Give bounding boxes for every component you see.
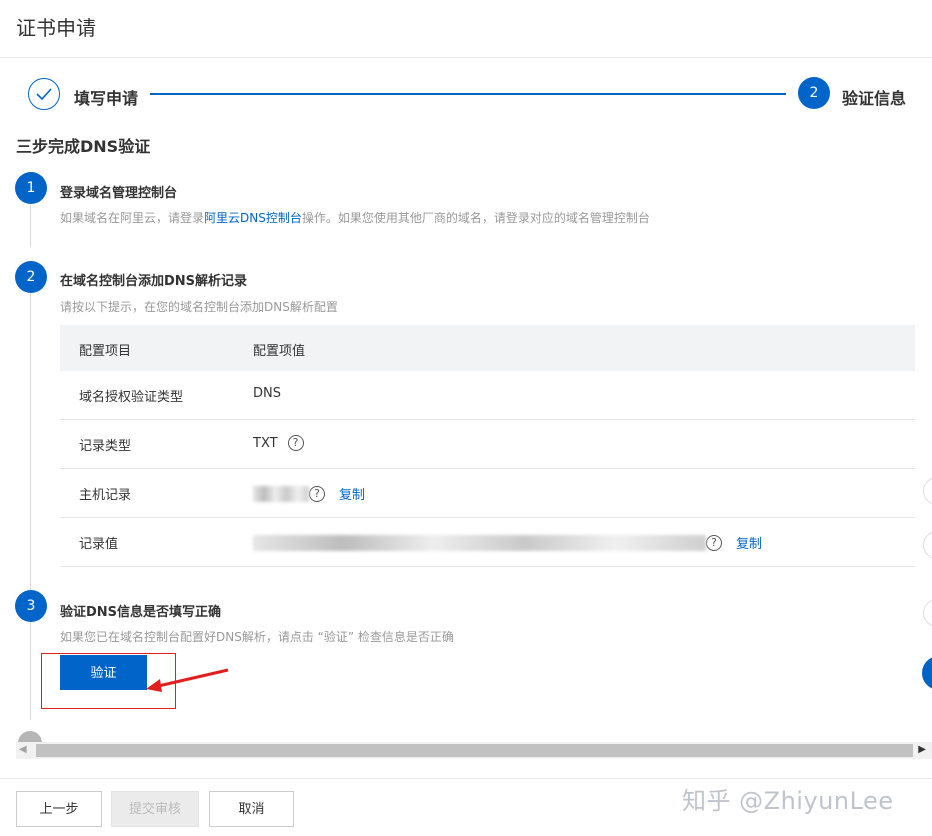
- previous-step-button[interactable]: 上一步: [16, 791, 102, 827]
- row-label: 记录值: [79, 537, 119, 552]
- dns-config-table: 配置项目 配置项值 域名授权验证类型 DNS 记录类型 TXT ? 主机记录 ?…: [60, 325, 915, 567]
- step-complete-check-icon: [28, 78, 60, 110]
- timeline-connector: [30, 292, 31, 592]
- step-number-1: 1: [15, 172, 47, 204]
- stepper-connector: [150, 93, 786, 95]
- row-value-cell: TXT ?: [253, 435, 304, 451]
- redacted-value: [253, 485, 309, 502]
- step-description-text: 操作。如果您使用其他厂商的域名，请登录对应的域名管理控制台: [301, 211, 650, 225]
- step-description-text: 如果域名在阿里云，请登录: [60, 211, 205, 225]
- step-title: 验证DNS信息是否填写正确: [60, 605, 222, 620]
- progress-stepper: 填写申请 2 验证信息: [0, 58, 932, 128]
- redacted-value: [253, 534, 706, 551]
- table-row: 记录类型 TXT ?: [60, 420, 915, 469]
- floating-help-icon[interactable]: [922, 656, 932, 690]
- table-row: 主机记录 ? 复制: [60, 469, 915, 518]
- row-label: 域名授权验证类型: [79, 390, 184, 405]
- red-arrow-icon: [146, 668, 229, 692]
- step-description: 如果您已在域名控制台配置好DNS解析，请点击 “验证” 检查信息是否正确: [60, 630, 454, 644]
- step-number-2: 2: [15, 261, 47, 293]
- step-description: 如果域名在阿里云，请登录阿里云DNS控制台操作。如果您使用其他厂商的域名，请登录…: [60, 209, 650, 226]
- timeline-connector: [30, 622, 31, 720]
- copy-record-value-button[interactable]: 复制: [736, 533, 762, 552]
- stepper-step-number: 2: [798, 77, 830, 109]
- row-value-cell: ? 复制: [253, 533, 762, 552]
- submit-review-button[interactable]: 提交审核: [111, 791, 199, 827]
- watermark: 知乎 @ZhiyunLee: [682, 787, 894, 815]
- step-title: 登录域名管理控制台: [60, 186, 178, 201]
- scroll-right-icon[interactable]: ▶: [918, 744, 926, 755]
- row-value: TXT: [253, 435, 278, 451]
- stepper-step-verify-info: 验证信息: [842, 89, 907, 108]
- floating-action-icon[interactable]: [923, 531, 932, 559]
- row-label: 记录类型: [79, 439, 132, 454]
- row-value: DNS: [253, 386, 281, 401]
- section-title: 三步完成DNS验证: [16, 137, 151, 156]
- column-header: 配置项值: [253, 344, 306, 359]
- page-title: 证书申请: [16, 16, 96, 40]
- scroll-left-icon[interactable]: ◀: [19, 744, 27, 755]
- floating-action-icon[interactable]: [923, 599, 932, 627]
- table-header-row: 配置项目 配置项值: [60, 325, 915, 371]
- cancel-button[interactable]: 取消: [209, 791, 294, 827]
- scrollbar-thumb[interactable]: [36, 744, 913, 757]
- step-description: 请按以下提示，在您的域名控制台添加DNS解析配置: [60, 300, 338, 314]
- floating-action-icon[interactable]: [923, 477, 932, 505]
- help-icon[interactable]: ?: [287, 435, 304, 451]
- copy-host-record-button[interactable]: 复制: [339, 484, 365, 503]
- help-icon[interactable]: ?: [706, 534, 722, 551]
- table-row: 域名授权验证类型 DNS: [60, 371, 915, 420]
- stepper-step-fill-application: 填写申请: [74, 89, 139, 108]
- step-title: 在域名控制台添加DNS解析记录: [60, 274, 248, 289]
- dns-console-link[interactable]: 阿里云DNS控制台: [204, 211, 302, 225]
- page-header: 证书申请: [0, 0, 932, 58]
- row-value-cell: ? 复制: [253, 484, 365, 503]
- help-icon[interactable]: ?: [309, 485, 325, 502]
- horizontal-scrollbar[interactable]: ◀ ▶: [16, 742, 932, 759]
- step-number-3: 3: [15, 590, 47, 622]
- column-header: 配置项目: [79, 344, 132, 359]
- table-row: 记录值 ? 复制: [60, 518, 915, 567]
- row-label: 主机记录: [79, 488, 132, 503]
- timeline-connector: [30, 205, 31, 247]
